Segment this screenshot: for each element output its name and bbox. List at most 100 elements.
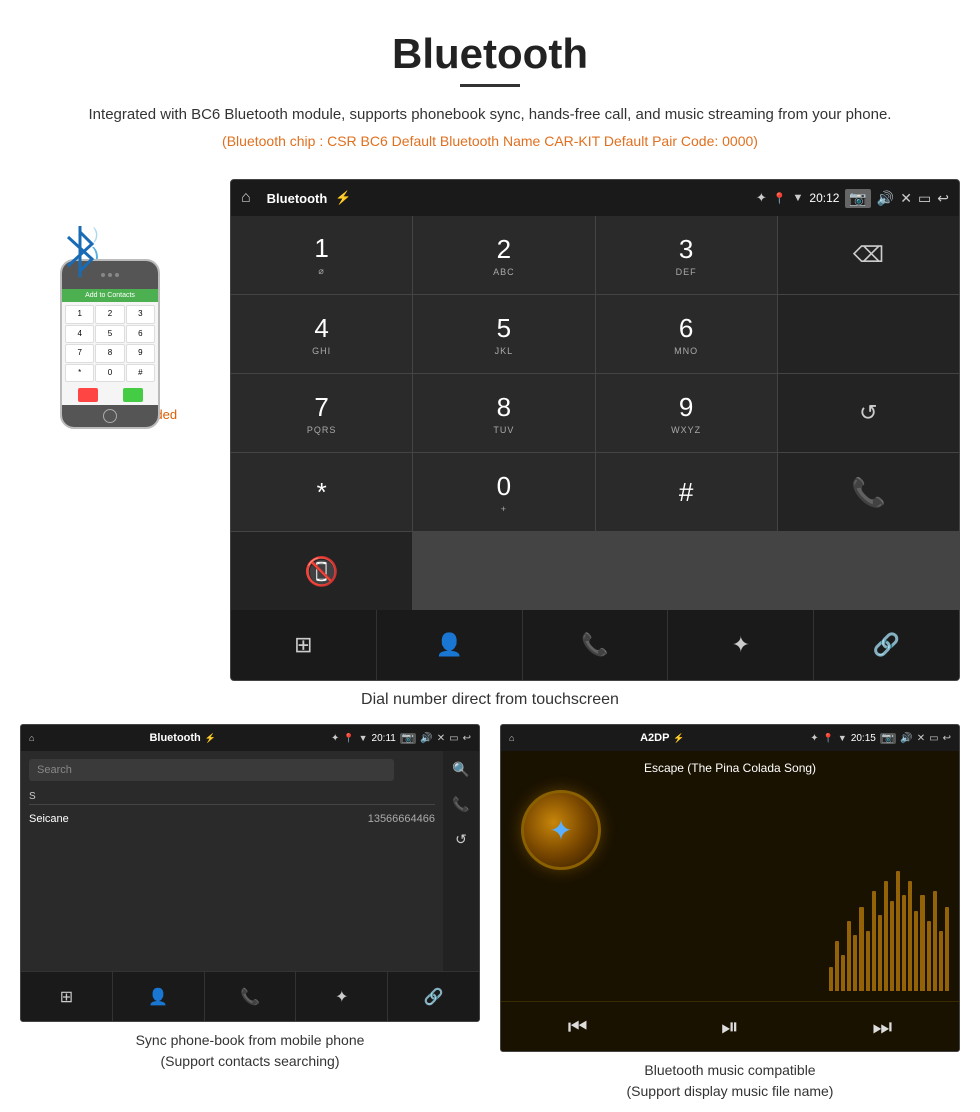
- music-close-icon[interactable]: ✕: [917, 733, 925, 744]
- bottom-nav-phone[interactable]: 📞: [523, 610, 669, 680]
- music-a2dp-label: A2DP: [640, 732, 669, 744]
- window-icon[interactable]: ▭: [918, 190, 931, 207]
- phone-key-7: 7: [65, 344, 94, 363]
- viz-bar: [914, 911, 918, 991]
- phonebook-refresh-icon[interactable]: ↺: [455, 831, 467, 848]
- end-call-icon: 📵: [304, 555, 339, 588]
- bluetooth-symbol-icon: [60, 224, 100, 279]
- music-status-bar: ⌂ A2DP ⚡ ✦ 📍 ▼ 20:15 📷 🔊 ✕ ▭ ↩: [501, 725, 959, 751]
- phonebook-close-icon[interactable]: ✕: [437, 733, 445, 744]
- phonebook-search-icon[interactable]: 🔍: [452, 761, 469, 778]
- music-camera-icon[interactable]: 📷: [880, 733, 896, 744]
- phonebook-contact-row[interactable]: Seicane 13566664466: [29, 809, 435, 829]
- music-back-icon[interactable]: ↩: [943, 733, 951, 744]
- music-location-icon: 📍: [823, 733, 834, 744]
- close-icon[interactable]: ✕: [900, 190, 912, 207]
- dial-key-8[interactable]: 8TUV: [413, 374, 594, 452]
- dial-refresh-cell[interactable]: ↺: [778, 374, 959, 452]
- dial-key-9[interactable]: 9WXYZ: [596, 374, 777, 452]
- dial-key-6[interactable]: 6MNO: [596, 295, 777, 373]
- pb-nav-grid[interactable]: ⊞: [21, 972, 113, 1021]
- dial-key-hash[interactable]: #: [596, 453, 777, 531]
- phonebook-bt-icon: ✦: [331, 733, 339, 744]
- phonebook-phone-icon[interactable]: 📞: [452, 796, 469, 813]
- back-icon[interactable]: ↩: [937, 190, 949, 207]
- status-time: 20:12: [809, 191, 839, 205]
- phonebook-status-bar: ⌂ Bluetooth ⚡ ✦ 📍 ▼ 20:11 📷 🔊 ✕ ▭ ↩: [21, 725, 479, 751]
- phonebook-home-icon[interactable]: ⌂: [29, 733, 34, 743]
- phonebook-right-icons: 🔍 📞 ↺: [443, 751, 479, 971]
- signal-icon: ▼: [793, 192, 804, 204]
- phone-key-2: 2: [95, 305, 124, 324]
- contact-number: 13566664466: [368, 813, 435, 825]
- phonebook-window-icon[interactable]: ▭: [449, 733, 458, 744]
- bottom-nav: ⊞ 👤 📞 ✦ 🔗: [231, 610, 959, 680]
- dial-key-0[interactable]: 0+: [413, 453, 594, 531]
- pb-nav-link[interactable]: 🔗: [388, 972, 479, 1021]
- album-bt-icon: ✦: [549, 814, 572, 847]
- viz-bar: [853, 935, 857, 991]
- pb-nav-bluetooth[interactable]: ✦: [296, 972, 388, 1021]
- dial-call-cell[interactable]: 📞: [778, 453, 959, 531]
- dial-backspace-cell[interactable]: ⌫: [778, 216, 959, 294]
- bottom-nav-grid[interactable]: ⊞: [231, 610, 377, 680]
- viz-bar: [927, 921, 931, 991]
- home-icon[interactable]: ⌂: [241, 189, 251, 207]
- camera-icon[interactable]: 📷: [845, 189, 870, 208]
- phonebook-vol-icon[interactable]: 🔊: [420, 733, 432, 744]
- dial-key-1[interactable]: 1⌀: [231, 216, 412, 294]
- album-art: ✦: [521, 790, 601, 870]
- music-caption: Bluetooth music compatible (Support disp…: [627, 1060, 834, 1102]
- phone-key-4: 4: [65, 325, 94, 344]
- dial-end-cell[interactable]: 📵: [231, 532, 412, 610]
- phonebook-back-icon[interactable]: ↩: [463, 733, 471, 744]
- dial-key-7[interactable]: 7PQRS: [231, 374, 412, 452]
- viz-bar: [872, 891, 876, 991]
- dial-key-2[interactable]: 2ABC: [413, 216, 594, 294]
- dial-key-5[interactable]: 5JKL: [413, 295, 594, 373]
- music-signal-icon: ▼: [838, 733, 847, 743]
- dial-key-4[interactable]: 4GHI: [231, 295, 412, 373]
- pb-nav-phone[interactable]: 📞: [205, 972, 297, 1021]
- music-visualizer: [829, 786, 949, 991]
- bluetooth-status-icon: ✦: [756, 190, 767, 206]
- volume-icon[interactable]: 🔊: [877, 190, 894, 207]
- viz-bar: [890, 901, 894, 991]
- next-button[interactable]: ⏭: [872, 1014, 892, 1040]
- music-home-icon[interactable]: ⌂: [509, 733, 514, 743]
- status-right: ✦ 📍 ▼ 20:12 📷 🔊 ✕ ▭ ↩: [756, 189, 949, 208]
- dial-key-3[interactable]: 3DEF: [596, 216, 777, 294]
- music-caption-line1: Bluetooth music compatible: [627, 1060, 834, 1081]
- play-pause-button[interactable]: ⏯: [721, 1014, 739, 1040]
- status-left: ⌂ Bluetooth ⚡: [241, 189, 352, 207]
- title-divider: [460, 84, 520, 87]
- prev-button[interactable]: ⏮: [568, 1014, 588, 1040]
- bottom-nav-person[interactable]: 👤: [377, 610, 523, 680]
- phonebook-usb-icon: ⚡: [205, 733, 216, 744]
- song-title: Escape (The Pina Colada Song): [644, 761, 816, 775]
- page-title: Bluetooth: [20, 30, 960, 78]
- backspace-icon: ⌫: [853, 242, 884, 268]
- main-car-screen: ⌂ Bluetooth ⚡ ✦ 📍 ▼ 20:12 📷 🔊 ✕ ▭ ↩: [230, 179, 960, 681]
- pb-nav-person[interactable]: 👤: [113, 972, 205, 1021]
- phone-area: ) ) ) Add to Contacts: [20, 179, 220, 422]
- dial-key-star[interactable]: *: [231, 453, 412, 531]
- bottom-nav-bluetooth[interactable]: ✦: [668, 610, 814, 680]
- music-window-icon[interactable]: ▭: [929, 733, 938, 744]
- bottom-nav-link[interactable]: 🔗: [814, 610, 959, 680]
- viz-bar: [902, 895, 906, 991]
- phone-key-star: *: [65, 364, 94, 383]
- music-caption-line2: (Support display music file name): [627, 1081, 834, 1102]
- music-vol-icon[interactable]: 🔊: [900, 733, 912, 744]
- phonebook-main: Search S Seicane 13566664466: [21, 751, 443, 971]
- music-screenshot: ⌂ A2DP ⚡ ✦ 📍 ▼ 20:15 📷 🔊 ✕ ▭ ↩: [500, 724, 960, 1102]
- page-specs: (Bluetooth chip : CSR BC6 Default Blueto…: [20, 133, 960, 149]
- viz-bar: [847, 921, 851, 991]
- phonebook-search-box[interactable]: Search: [29, 759, 394, 781]
- phonebook-camera-icon[interactable]: 📷: [400, 733, 416, 744]
- music-bt-icon: ✦: [810, 733, 818, 744]
- music-status-right: ✦ 📍 ▼ 20:15 📷 🔊 ✕ ▭ ↩: [810, 733, 951, 744]
- phonebook-content-area: Search S Seicane 13566664466 🔍 📞 ↺: [21, 751, 479, 971]
- phone-illustration: ) ) ) Add to Contacts: [40, 199, 200, 399]
- phone-home-button: [103, 409, 117, 423]
